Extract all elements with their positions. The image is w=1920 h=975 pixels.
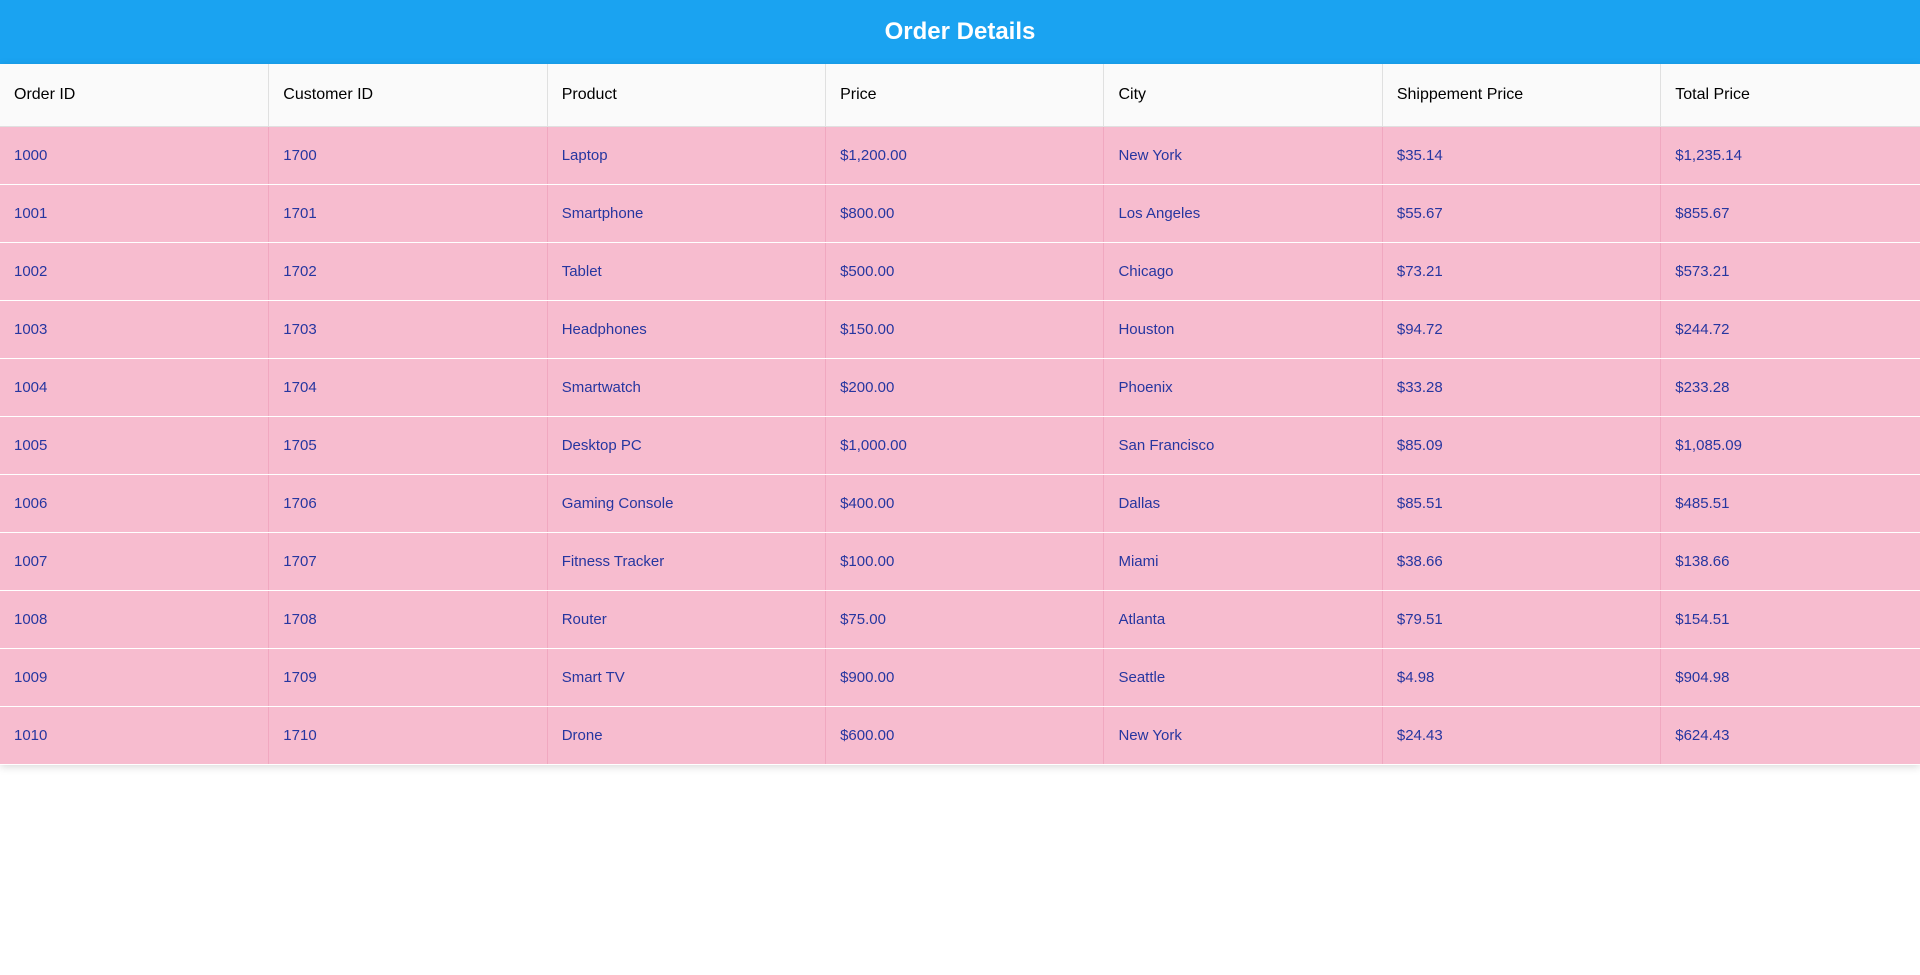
cell-shipment: $73.21 <box>1382 243 1660 301</box>
cell-product: Smartwatch <box>547 359 825 417</box>
cell-product: Router <box>547 591 825 649</box>
cell-price: $200.00 <box>826 359 1104 417</box>
cell-price: $400.00 <box>826 475 1104 533</box>
cell-orderid: 1006 <box>0 475 269 533</box>
cell-city: Houston <box>1104 301 1382 359</box>
cell-product: Smart TV <box>547 649 825 707</box>
cell-price: $500.00 <box>826 243 1104 301</box>
cell-city: Miami <box>1104 533 1382 591</box>
cell-product: Desktop PC <box>547 417 825 475</box>
table-header-row: Order ID Customer ID Product Price City … <box>0 64 1920 127</box>
cell-city: San Francisco <box>1104 417 1382 475</box>
cell-price: $1,200.00 <box>826 127 1104 185</box>
cell-orderid: 1010 <box>0 707 269 765</box>
cell-total: $233.28 <box>1661 359 1920 417</box>
cell-price: $900.00 <box>826 649 1104 707</box>
cell-orderid: 1008 <box>0 591 269 649</box>
cell-shipment: $4.98 <box>1382 649 1660 707</box>
table-row[interactable]: 10061706Gaming Console$400.00Dallas$85.5… <box>0 475 1920 533</box>
cell-shipment: $79.51 <box>1382 591 1660 649</box>
cell-city: Chicago <box>1104 243 1382 301</box>
cell-shipment: $33.28 <box>1382 359 1660 417</box>
column-header-product[interactable]: Product <box>547 64 825 127</box>
cell-shipment: $85.51 <box>1382 475 1660 533</box>
table-row[interactable]: 10011701Smartphone$800.00Los Angeles$55.… <box>0 185 1920 243</box>
cell-shipment: $94.72 <box>1382 301 1660 359</box>
table-row[interactable]: 10101710Drone$600.00New York$24.43$624.4… <box>0 707 1920 765</box>
cell-product: Smartphone <box>547 185 825 243</box>
column-header-shipment[interactable]: Shippement Price <box>1382 64 1660 127</box>
cell-orderid: 1000 <box>0 127 269 185</box>
order-table-container: Order ID Customer ID Product Price City … <box>0 64 1920 765</box>
table-row[interactable]: 10001700Laptop$1,200.00New York$35.14$1,… <box>0 127 1920 185</box>
cell-orderid: 1009 <box>0 649 269 707</box>
table-row[interactable]: 10081708Router$75.00Atlanta$79.51$154.51 <box>0 591 1920 649</box>
cell-total: $904.98 <box>1661 649 1920 707</box>
cell-customerid: 1701 <box>269 185 547 243</box>
cell-orderid: 1001 <box>0 185 269 243</box>
cell-total: $244.72 <box>1661 301 1920 359</box>
column-header-total[interactable]: Total Price <box>1661 64 1920 127</box>
cell-price: $75.00 <box>826 591 1104 649</box>
page-title: Order Details <box>0 0 1920 64</box>
cell-orderid: 1002 <box>0 243 269 301</box>
table-row[interactable]: 10031703Headphones$150.00Houston$94.72$2… <box>0 301 1920 359</box>
order-table: Order ID Customer ID Product Price City … <box>0 64 1920 765</box>
cell-shipment: $38.66 <box>1382 533 1660 591</box>
cell-customerid: 1704 <box>269 359 547 417</box>
table-row[interactable]: 10091709Smart TV$900.00Seattle$4.98$904.… <box>0 649 1920 707</box>
cell-total: $573.21 <box>1661 243 1920 301</box>
column-header-price[interactable]: Price <box>826 64 1104 127</box>
cell-total: $138.66 <box>1661 533 1920 591</box>
cell-product: Fitness Tracker <box>547 533 825 591</box>
cell-shipment: $35.14 <box>1382 127 1660 185</box>
cell-orderid: 1007 <box>0 533 269 591</box>
cell-city: Seattle <box>1104 649 1382 707</box>
cell-product: Headphones <box>547 301 825 359</box>
column-header-customerid[interactable]: Customer ID <box>269 64 547 127</box>
cell-price: $100.00 <box>826 533 1104 591</box>
cell-shipment: $24.43 <box>1382 707 1660 765</box>
cell-product: Gaming Console <box>547 475 825 533</box>
cell-city: Dallas <box>1104 475 1382 533</box>
cell-price: $1,000.00 <box>826 417 1104 475</box>
cell-city: Los Angeles <box>1104 185 1382 243</box>
cell-customerid: 1702 <box>269 243 547 301</box>
cell-product: Drone <box>547 707 825 765</box>
table-row[interactable]: 10021702Tablet$500.00Chicago$73.21$573.2… <box>0 243 1920 301</box>
cell-shipment: $55.67 <box>1382 185 1660 243</box>
cell-customerid: 1700 <box>269 127 547 185</box>
cell-orderid: 1005 <box>0 417 269 475</box>
cell-total: $1,085.09 <box>1661 417 1920 475</box>
cell-price: $150.00 <box>826 301 1104 359</box>
cell-customerid: 1708 <box>269 591 547 649</box>
table-row[interactable]: 10071707Fitness Tracker$100.00Miami$38.6… <box>0 533 1920 591</box>
cell-city: Phoenix <box>1104 359 1382 417</box>
cell-customerid: 1703 <box>269 301 547 359</box>
cell-city: Atlanta <box>1104 591 1382 649</box>
table-row[interactable]: 10051705Desktop PC$1,000.00San Francisco… <box>0 417 1920 475</box>
table-row[interactable]: 10041704Smartwatch$200.00Phoenix$33.28$2… <box>0 359 1920 417</box>
cell-total: $1,235.14 <box>1661 127 1920 185</box>
cell-customerid: 1705 <box>269 417 547 475</box>
cell-total: $485.51 <box>1661 475 1920 533</box>
cell-orderid: 1004 <box>0 359 269 417</box>
cell-price: $800.00 <box>826 185 1104 243</box>
cell-total: $855.67 <box>1661 185 1920 243</box>
cell-customerid: 1710 <box>269 707 547 765</box>
cell-customerid: 1706 <box>269 475 547 533</box>
cell-city: New York <box>1104 127 1382 185</box>
cell-city: New York <box>1104 707 1382 765</box>
cell-customerid: 1707 <box>269 533 547 591</box>
cell-orderid: 1003 <box>0 301 269 359</box>
cell-price: $600.00 <box>826 707 1104 765</box>
column-header-city[interactable]: City <box>1104 64 1382 127</box>
cell-shipment: $85.09 <box>1382 417 1660 475</box>
cell-total: $624.43 <box>1661 707 1920 765</box>
cell-product: Tablet <box>547 243 825 301</box>
cell-product: Laptop <box>547 127 825 185</box>
cell-customerid: 1709 <box>269 649 547 707</box>
cell-total: $154.51 <box>1661 591 1920 649</box>
column-header-orderid[interactable]: Order ID <box>0 64 269 127</box>
